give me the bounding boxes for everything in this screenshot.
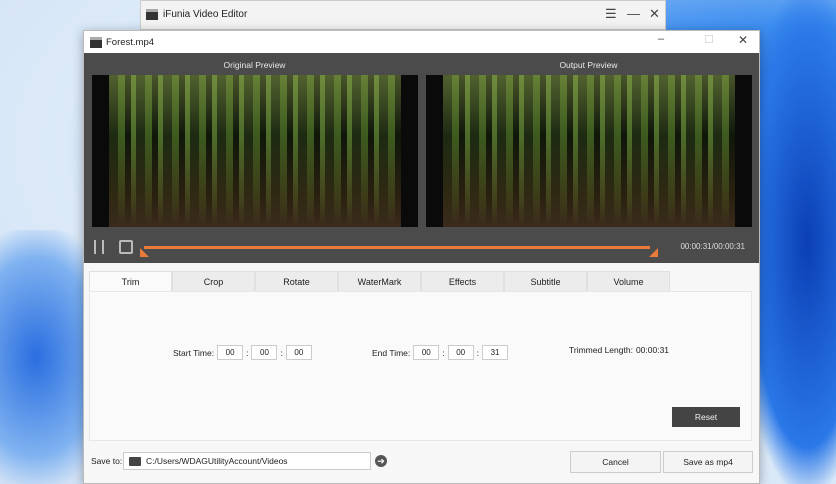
- tab-volume[interactable]: Volume: [587, 271, 670, 292]
- trim-start-handle[interactable]: [140, 248, 149, 257]
- pause-icon[interactable]: [94, 240, 104, 254]
- playback-controls: 00:00:31/00:00:31: [84, 233, 759, 263]
- tab-crop[interactable]: Crop: [172, 271, 255, 292]
- folder-icon: [129, 457, 141, 466]
- output-video: [426, 75, 752, 227]
- trim-end-handle[interactable]: [649, 248, 658, 257]
- original-preview-label: Original Preview: [223, 60, 286, 70]
- trimmed-length-value: 00:00:31: [635, 345, 670, 355]
- tab-bar: Trim Crop Rotate WaterMark Effects Subti…: [89, 271, 670, 292]
- footer: Save to: C:/Users/WDAGUtilityAccount/Vid…: [89, 451, 754, 473]
- tab-subtitle[interactable]: Subtitle: [504, 271, 587, 292]
- tab-watermark[interactable]: WaterMark: [338, 271, 421, 292]
- reset-button[interactable]: Reset: [672, 407, 740, 427]
- preview-area: Original Preview Output Preview 00:00:31…: [84, 53, 759, 263]
- minimize-icon[interactable]: –: [658, 33, 664, 45]
- end-seconds-field[interactable]: 31: [482, 345, 509, 360]
- maximize-icon[interactable]: ☐: [704, 33, 714, 46]
- end-time-row: End Time: 00: 00: 31: [372, 345, 509, 360]
- save-to-label: Save to:: [91, 456, 123, 466]
- app-icon: [90, 37, 102, 48]
- trimmed-length-label: Trimmed Length:: [569, 345, 633, 355]
- background-window[interactable]: iFunia Video Editor ☰ — ✕: [140, 0, 666, 30]
- menu-icon[interactable]: ☰: [605, 6, 617, 22]
- close-icon[interactable]: ✕: [649, 6, 660, 22]
- start-time-row: Start Time: 00: 00: 00: [173, 345, 312, 360]
- timeline-track[interactable]: [144, 246, 650, 249]
- end-hours-field[interactable]: 00: [413, 345, 440, 360]
- cancel-button[interactable]: Cancel: [570, 451, 661, 473]
- editor-window: Forest.mp4 – ☐ ✕ Original Preview Output…: [83, 30, 760, 484]
- title-bar: Forest.mp4 – ☐ ✕: [84, 31, 759, 53]
- save-as-mp4-button[interactable]: Save as mp4: [663, 451, 753, 473]
- window-title: iFunia Video Editor: [163, 9, 248, 20]
- end-time-label: End Time:: [372, 347, 411, 358]
- tab-trim[interactable]: Trim: [89, 271, 172, 292]
- end-minutes-field[interactable]: 00: [447, 345, 474, 360]
- save-path-value: C:/Users/WDAGUtilityAccount/Videos: [146, 456, 288, 466]
- separator: :: [442, 347, 445, 358]
- tab-rotate[interactable]: Rotate: [255, 271, 338, 292]
- start-minutes-field[interactable]: 00: [251, 345, 278, 360]
- start-seconds-field[interactable]: 00: [285, 345, 312, 360]
- separator: :: [246, 347, 249, 358]
- save-path-field[interactable]: C:/Users/WDAGUtilityAccount/Videos: [123, 452, 371, 470]
- separator: :: [476, 347, 480, 358]
- trimmed-length: Trimmed Length: 00:00:31: [569, 345, 669, 355]
- original-video: [92, 75, 418, 227]
- browse-arrow-icon[interactable]: ➔: [375, 455, 387, 467]
- start-time-label: Start Time:: [173, 347, 215, 358]
- time-readout: 00:00:31/00:00:31: [680, 242, 745, 251]
- app-icon: [146, 9, 158, 20]
- close-icon[interactable]: ✕: [738, 33, 748, 47]
- start-hours-field[interactable]: 00: [217, 345, 244, 360]
- window-title: Forest.mp4: [106, 37, 155, 48]
- output-preview-label: Output Preview: [559, 60, 618, 70]
- separator: :: [280, 347, 283, 358]
- tab-effects[interactable]: Effects: [421, 271, 504, 292]
- trim-panel: Start Time: 00: 00: 00 End Time: 00: 00:…: [89, 291, 752, 441]
- stop-icon[interactable]: [119, 240, 133, 254]
- minimize-icon[interactable]: —: [627, 6, 640, 21]
